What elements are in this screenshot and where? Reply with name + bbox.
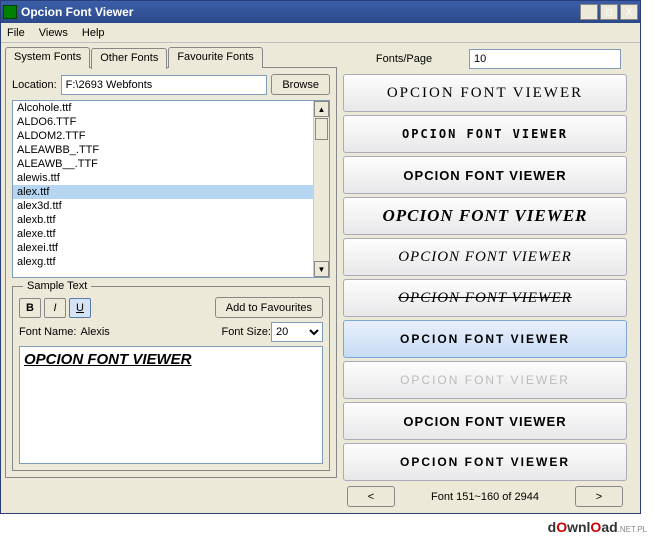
sample-text-fieldset: Sample Text B I U Add to Favourites Font… <box>12 286 330 471</box>
fontsize-select[interactable]: 20 <box>271 322 323 342</box>
font-preview[interactable]: OPCION FONT VIEWER <box>343 443 627 481</box>
close-button[interactable]: X <box>620 4 638 20</box>
list-item[interactable]: ALDO6.TTF <box>13 115 313 129</box>
location-input[interactable] <box>61 75 268 95</box>
list-item[interactable]: alexei.ttf <box>13 241 313 255</box>
location-label: Location: <box>12 79 57 91</box>
tab-favourite-fonts[interactable]: Favourite Fonts <box>168 47 262 68</box>
font-preview[interactable]: OPCION FONT VIEWER <box>343 74 627 112</box>
bold-button[interactable]: B <box>19 298 41 318</box>
font-preview[interactable]: OPCION FONT VIEWER <box>343 402 627 440</box>
menu-views[interactable]: Views <box>39 27 68 39</box>
fonts-per-page-input[interactable] <box>469 49 621 69</box>
list-item[interactable]: Alcohole.ttf <box>13 101 313 115</box>
left-panel: Location: Browse Alcohole.ttfALDO6.TTFAL… <box>5 67 337 478</box>
font-preview[interactable]: OPCION FONT VIEWER <box>343 115 627 153</box>
fontsize-label: Font Size: <box>221 326 271 338</box>
font-preview[interactable]: OPCION FONT VIEWER <box>343 361 627 399</box>
sample-textarea[interactable]: OPCION FONT VIEWER <box>19 346 323 464</box>
font-preview[interactable]: OPCION FONT VIEWER <box>343 279 627 317</box>
list-item[interactable]: alexg.ttf <box>13 255 313 269</box>
fontname-label: Font Name: <box>19 326 76 338</box>
list-item[interactable]: ALEAWBB_.TTF <box>13 143 313 157</box>
prev-page-button[interactable]: < <box>347 486 395 507</box>
add-to-favourites-button[interactable]: Add to Favourites <box>215 297 323 318</box>
app-window: Opcion Font Viewer _ □ X File Views Help… <box>0 0 641 514</box>
list-item[interactable]: alex.ttf <box>13 185 313 199</box>
scroll-up-icon[interactable]: ▲ <box>314 101 329 117</box>
pager-info: Font 151~160 of 2944 <box>401 491 569 503</box>
menu-file[interactable]: File <box>7 27 25 39</box>
tab-bar: System Fonts Other Fonts Favourite Fonts <box>5 47 337 68</box>
list-item[interactable]: ALEAWB__.TTF <box>13 157 313 171</box>
browse-button[interactable]: Browse <box>271 74 330 95</box>
font-listbox[interactable]: Alcohole.ttfALDO6.TTFALDOM2.TTFALEAWBB_.… <box>12 100 330 278</box>
tab-system-fonts[interactable]: System Fonts <box>5 47 90 68</box>
window-title: Opcion Font Viewer <box>21 5 580 19</box>
fonts-per-page-label: Fonts/Page <box>349 53 459 65</box>
next-page-button[interactable]: > <box>575 486 623 507</box>
tab-other-fonts[interactable]: Other Fonts <box>91 48 167 69</box>
underline-button[interactable]: U <box>69 298 91 318</box>
fontname-value: Alexis <box>80 326 109 338</box>
list-item[interactable]: alex3d.ttf <box>13 199 313 213</box>
list-item[interactable]: ALDOM2.TTF <box>13 129 313 143</box>
maximize-button[interactable]: □ <box>600 4 618 20</box>
watermark: dOwnlOad.NET.PL <box>548 519 647 535</box>
sample-text: OPCION FONT VIEWER <box>24 351 192 368</box>
font-preview[interactable]: OPCION FONT VIEWER <box>343 197 627 235</box>
app-icon <box>3 5 17 19</box>
list-item[interactable]: alexe.ttf <box>13 227 313 241</box>
font-preview[interactable]: OPCION FONT VIEWER <box>343 238 627 276</box>
italic-button[interactable]: I <box>44 298 66 318</box>
sample-legend: Sample Text <box>23 280 91 292</box>
list-item[interactable]: alewis.ttf <box>13 171 313 185</box>
menu-help[interactable]: Help <box>82 27 105 39</box>
minimize-button[interactable]: _ <box>580 4 598 20</box>
font-preview[interactable]: OPCION FONT VIEWER <box>343 320 627 358</box>
font-preview[interactable]: OPCION FONT VIEWER <box>343 156 627 194</box>
scrollbar[interactable]: ▲ ▼ <box>313 101 329 277</box>
scroll-down-icon[interactable]: ▼ <box>314 261 329 277</box>
menubar: File Views Help <box>1 23 640 43</box>
titlebar: Opcion Font Viewer _ □ X <box>1 1 640 23</box>
scroll-thumb[interactable] <box>315 118 328 140</box>
list-item[interactable]: alexb.ttf <box>13 213 313 227</box>
